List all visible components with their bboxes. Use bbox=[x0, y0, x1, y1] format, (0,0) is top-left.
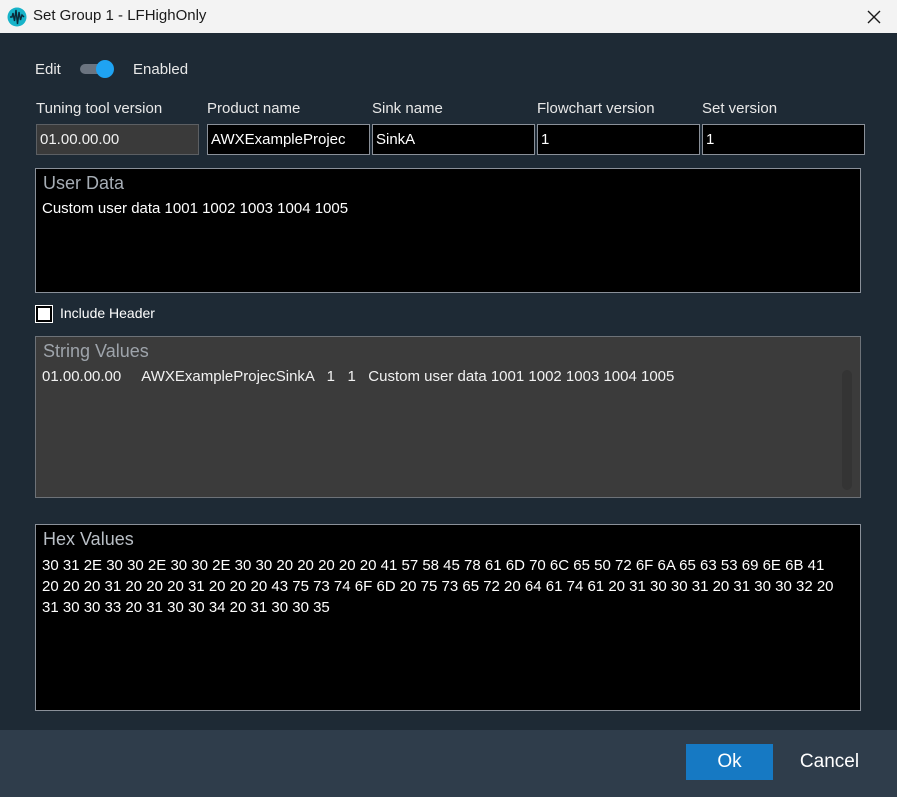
ok-button[interactable]: Ok bbox=[686, 744, 773, 780]
edit-label: Edit bbox=[35, 61, 61, 78]
user-data-text: Custom user data 1001 1002 1003 1004 100… bbox=[42, 200, 349, 217]
hex-values-title: Hex Values bbox=[43, 529, 134, 549]
flowchart-version-field[interactable]: 1 bbox=[537, 124, 700, 155]
string-values-box: String Values 01.00.00.00 AWXExampleProj… bbox=[35, 336, 861, 498]
close-button[interactable] bbox=[851, 0, 897, 33]
tuning-tool-version-label: Tuning tool version bbox=[36, 100, 163, 117]
product-name-field[interactable]: AWXExampleProjec bbox=[207, 124, 370, 155]
include-header-label: Include Header bbox=[60, 305, 155, 321]
cancel-button[interactable]: Cancel bbox=[786, 744, 873, 780]
include-header-checkbox[interactable] bbox=[35, 305, 53, 323]
set-version-label: Set version bbox=[702, 100, 778, 117]
hex-values-text: 30 31 2E 30 30 2E 30 30 2E 30 30 20 20 2… bbox=[42, 557, 834, 616]
title-bar: Set Group 1 - LFHighOnly bbox=[0, 0, 897, 33]
close-icon bbox=[867, 10, 881, 23]
string-values-scrollbar[interactable] bbox=[842, 370, 852, 490]
product-name-label: Product name bbox=[207, 100, 301, 117]
window-title: Set Group 1 - LFHighOnly bbox=[33, 7, 207, 24]
string-values-title: String Values bbox=[43, 341, 149, 361]
string-values-text: 01.00.00.00 AWXExampleProjecSinkA 1 1 Cu… bbox=[42, 368, 675, 385]
tuning-tool-version-field: 01.00.00.00 bbox=[36, 124, 199, 155]
waveform-app-icon bbox=[7, 7, 27, 27]
sink-name-label: Sink name bbox=[372, 100, 443, 117]
toggle-thumb bbox=[96, 60, 114, 78]
dialog-footer: Ok Cancel bbox=[0, 730, 897, 797]
flowchart-version-label: Flowchart version bbox=[537, 100, 655, 117]
set-group-dialog: Edit Enabled Tuning tool version Product… bbox=[0, 33, 897, 730]
user-data-textarea[interactable]: User Data Custom user data 1001 1002 100… bbox=[35, 168, 861, 293]
hex-values-box: Hex Values 30 31 2E 30 30 2E 30 30 2E 30… bbox=[35, 524, 861, 711]
sink-name-field[interactable]: SinkA bbox=[372, 124, 535, 155]
enabled-label: Enabled bbox=[133, 61, 189, 78]
edit-toggle[interactable] bbox=[80, 60, 114, 78]
user-data-placeholder: User Data bbox=[43, 173, 125, 193]
set-version-field[interactable]: 1 bbox=[702, 124, 865, 155]
